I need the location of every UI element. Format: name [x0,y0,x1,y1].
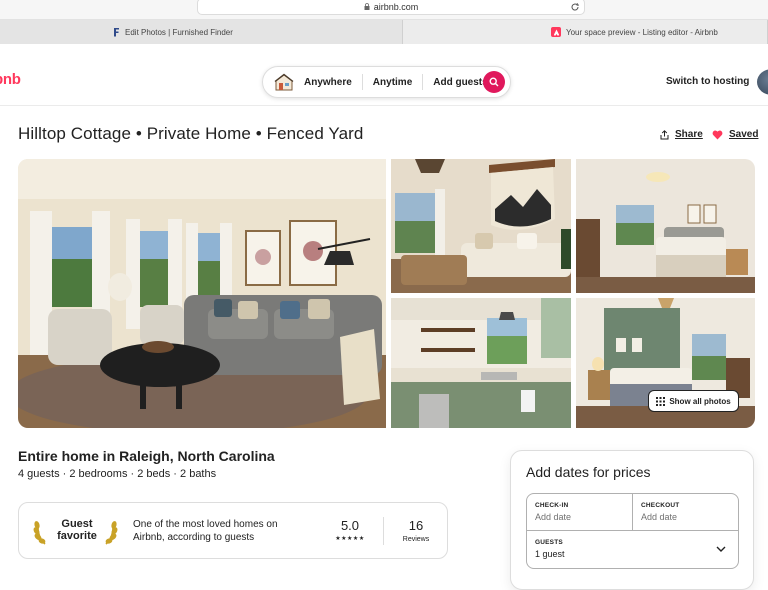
reviews-label: Reviews [402,536,430,543]
checkin-label: CHECK-IN [535,502,569,509]
tab-label: Your space preview - Listing editor - Ai… [566,27,718,37]
house-icon [274,73,294,91]
url-text: airbnb.com [373,1,419,12]
guest-favorite-badge: Guest favorite [52,518,102,542]
photo-reading-nook[interactable] [391,159,571,293]
saved-label: Saved [729,129,759,140]
tab-label: Edit Photos | Furnished Finder [125,27,233,37]
heart-icon [712,130,723,139]
divider [383,517,384,545]
airbnb-favicon-icon [551,27,561,37]
search-where[interactable]: Anywhere [294,74,362,90]
avatar[interactable] [757,69,768,95]
share-icon [660,129,669,139]
laurel-right-icon [105,521,118,545]
dates-guests-selector: CHECK-IN Add date CHECKOUT Add date GUES… [526,493,739,569]
search-icon [489,77,499,87]
share-button[interactable]: Share [660,129,703,140]
listing-details: 4 guests · 2 bedrooms · 2 beds · 2 baths [18,468,217,480]
laurel-left-icon [33,521,46,545]
browser-toolbar: airbnb.com [0,0,768,20]
switch-to-hosting-link[interactable]: Switch to hosting [666,76,749,87]
show-all-photos-button[interactable]: Show all photos [648,390,739,412]
booking-heading: Add dates for prices [526,464,651,480]
photo-bedroom-one[interactable] [576,159,755,293]
main-photo-living-room[interactable] [18,159,386,428]
lock-icon [364,3,370,10]
checkin-value: Add date [535,512,572,522]
grid-icon [656,396,666,406]
booking-card: Add dates for prices CHECK-IN Add date C… [510,450,754,590]
saved-button[interactable]: Saved [712,129,758,140]
site-header: bnb Anywhere Anytime Add guests Switch t… [0,44,768,106]
rating-block: 5.0 ★★★★★ [329,518,371,542]
search-button[interactable] [483,71,505,93]
share-label: Share [675,129,703,140]
browser-tabs: Edit Photos | Furnished Finder Your spac… [0,20,768,44]
listing-subtitle: Entire home in Raleigh, North Carolina [18,448,275,464]
chevron-down-icon [716,546,726,552]
reload-icon[interactable] [570,2,580,12]
guest-favorite-description: One of the most loved homes on Airbnb, a… [133,519,278,543]
badge-line-1: Guest [61,518,93,530]
search-when[interactable]: Anytime [361,74,422,90]
tab-furnished-finder[interactable]: Edit Photos | Furnished Finder [0,20,403,44]
checkout-field[interactable]: CHECKOUT Add date [633,494,739,531]
listing-title: Hilltop Cottage • Private Home • Fenced … [18,124,364,143]
guests-label: GUESTS [535,539,563,546]
photo-kitchen[interactable] [391,298,571,428]
checkout-value: Add date [641,512,678,522]
airbnb-logo[interactable]: bnb [0,71,21,88]
guests-value: 1 guest [535,549,565,559]
furnished-finder-favicon-icon [114,28,119,37]
checkout-label: CHECKOUT [641,502,680,509]
rating-value: 5.0 [340,518,360,533]
show-all-photos-label: Show all photos [669,396,731,406]
address-bar[interactable]: airbnb.com [197,0,585,15]
rating-stars: ★★★★★ [335,536,365,542]
reviews-count: 16 [408,518,424,533]
guest-favorite-card[interactable]: Guest favorite One of the most loved hom… [18,502,448,559]
search-bar[interactable]: Anywhere Anytime Add guests [262,66,511,98]
tab-airbnb-listing-editor[interactable]: Your space preview - Listing editor - Ai… [403,20,768,44]
badge-line-2: favorite [57,530,97,542]
reviews-block[interactable]: 16 Reviews [391,518,441,543]
checkin-field[interactable]: CHECK-IN Add date [527,494,633,531]
guests-field[interactable]: GUESTS 1 guest [527,531,738,569]
